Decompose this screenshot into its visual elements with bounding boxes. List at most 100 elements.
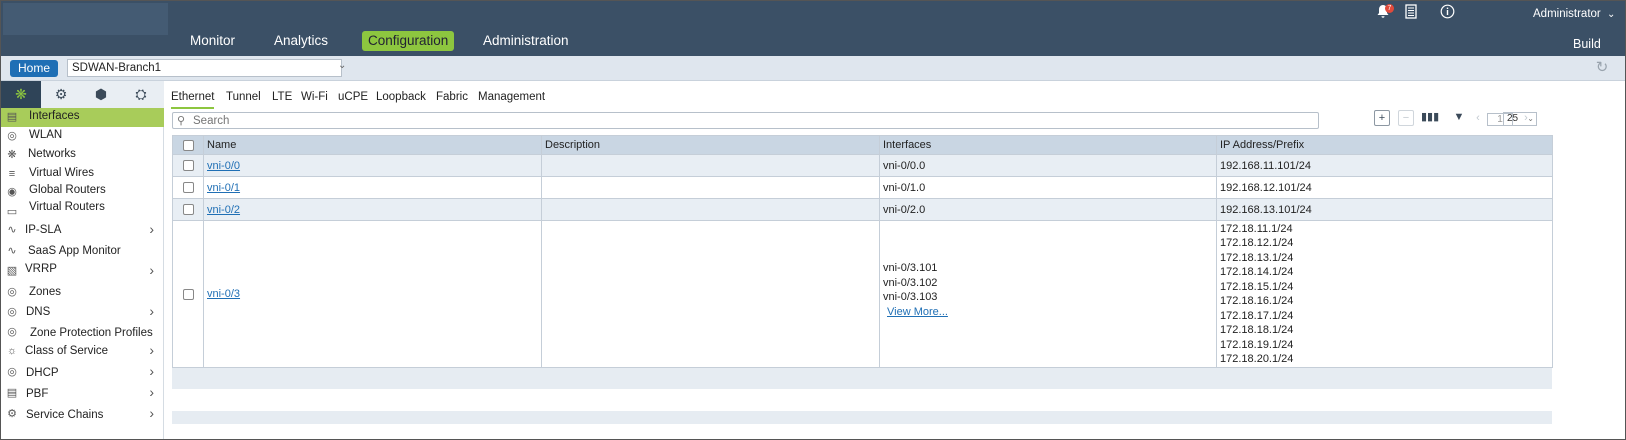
chevron-right-icon[interactable]: › — [149, 262, 154, 278]
pbf-icon: ▤ — [6, 387, 18, 399]
sidebar-item-label: Global Routers — [29, 184, 106, 196]
sidebar-item-pbf[interactable]: ▤ PBF › — [1, 384, 164, 405]
sidebar-item-saas-app-monitor[interactable]: ∿ SaaS App Monitor — [1, 242, 164, 262]
page-size-select[interactable]: 25 ⌄ — [1503, 112, 1537, 126]
interfaces-cell: vni-0/0.0 — [879, 154, 1217, 177]
services-gear-icon[interactable]: ⛭ — [121, 81, 161, 108]
column-header-name[interactable]: Name — [203, 135, 542, 155]
sidebar-item-ip-sla[interactable]: ∿ IP-SLA › — [1, 221, 164, 242]
chevron-down-icon[interactable]: ⌄ — [338, 60, 346, 71]
tasks-icon[interactable] — [1401, 4, 1421, 24]
chevron-right-icon[interactable]: › — [149, 342, 154, 358]
prev-page-icon[interactable]: ‹ — [1470, 111, 1486, 127]
row-select-cell — [172, 154, 204, 177]
sidebar-item-dhcp[interactable]: ◎ DHCP › — [1, 363, 164, 384]
sidebar-item-wlan[interactable]: ◎ WLAN — [1, 127, 164, 146]
sidebar-item-service-chains[interactable]: ⚙ Service Chains › — [1, 405, 164, 426]
interface-link[interactable]: vni-0/1 — [207, 182, 240, 194]
chevron-right-icon[interactable]: › — [149, 384, 154, 400]
tab-lte[interactable]: LTE — [272, 87, 292, 109]
add-button[interactable]: + — [1374, 110, 1390, 126]
delete-button[interactable]: − — [1398, 110, 1414, 126]
tab-ucpe[interactable]: uCPE — [338, 87, 368, 109]
column-header-description[interactable]: Description — [541, 135, 880, 155]
service-chains-icon: ⚙ — [7, 408, 17, 420]
columns-icon[interactable]: ▮▮▮ — [1421, 110, 1439, 126]
chevron-right-icon[interactable]: › — [149, 405, 154, 421]
nav-configuration[interactable]: Configuration — [362, 31, 455, 51]
sidebar-item-zone-protection-profiles[interactable]: ◎ Zone Protection Profiles — [1, 323, 164, 342]
sidebar-item-virtual-routers[interactable]: ▭ Virtual Routers — [1, 200, 164, 221]
sidebar-item-class-of-service[interactable]: ☼ Class of Service › — [1, 342, 164, 363]
interface-link[interactable]: vni-0/3 — [207, 288, 240, 300]
gear-icon[interactable]: ⚙ — [41, 81, 81, 108]
column-header-interfaces[interactable]: Interfaces — [879, 135, 1217, 155]
row-checkbox[interactable] — [182, 204, 194, 216]
tab-ethernet[interactable]: Ethernet — [171, 87, 215, 109]
select-all-checkbox[interactable] — [182, 139, 194, 151]
sidebar-item-label: Service Chains — [26, 409, 104, 421]
column-header-ip[interactable]: IP Address/Prefix — [1216, 135, 1553, 155]
sidebar-item-dns[interactable]: ◎ DNS › — [1, 303, 164, 323]
row-checkbox[interactable] — [182, 288, 194, 300]
sidebar-item-global-routers[interactable]: ◉ Global Routers — [1, 183, 164, 200]
chevron-right-icon[interactable]: › — [149, 363, 154, 379]
ip-item: 172.18.20.1/24 — [1220, 353, 1294, 365]
sidebar-item-label: DNS — [26, 306, 51, 318]
vrrp-icon: ▧ — [6, 265, 18, 277]
sidebar-item-label: VRRP — [25, 263, 57, 275]
sidebar-item-interfaces[interactable]: ▤ Interfaces — [1, 108, 164, 127]
row-checkbox[interactable] — [182, 182, 194, 194]
sidebar-item-zones[interactable]: ◎ Zones — [1, 283, 164, 303]
sidebar-item-networks[interactable]: ❋ Networks — [1, 146, 164, 165]
subinterface-item: vni-0/3.103 — [883, 291, 938, 303]
sidebar-item-virtual-wires[interactable]: ≡ Virtual Wires — [1, 165, 164, 183]
sidebar-list: ▤ Interfaces ◎ WLAN ❋ Networks ≡ Virtual… — [1, 108, 164, 426]
select-all-cell — [172, 135, 204, 155]
nav-administration[interactable]: Administration — [483, 31, 569, 51]
tab-tunnel[interactable]: Tunnel — [226, 87, 261, 109]
sidebar-item-vrrp[interactable]: ▧ VRRP › — [1, 262, 164, 283]
chevron-right-icon[interactable]: › — [149, 303, 154, 319]
tab-wifi[interactable]: Wi-Fi — [301, 87, 328, 109]
app-window: Monitor Analytics Configuration Administ… — [0, 0, 1626, 440]
ip-cell: 192.168.12.101/24 — [1216, 176, 1553, 199]
notification-bell-icon[interactable]: 7 — [1373, 4, 1394, 24]
info-icon[interactable] — [1437, 4, 1457, 24]
ip-item: 172.18.18.1/24 — [1220, 324, 1294, 336]
tab-management[interactable]: Management — [478, 87, 545, 109]
context-bar: Home SDWAN-Branch1 ⌄ ↻ — [1, 56, 1625, 81]
row-checkbox[interactable] — [182, 160, 194, 172]
view-more-link[interactable]: View More... — [887, 305, 948, 320]
interfaces-table: Name Description Interfaces IP Address/P… — [172, 135, 1553, 368]
user-menu[interactable]: Administrator ⌄ — [1533, 8, 1615, 20]
ip-item: 172.18.16.1/24 — [1220, 295, 1294, 307]
nav-analytics[interactable]: Analytics — [274, 31, 328, 51]
interface-link[interactable]: vni-0/0 — [207, 160, 240, 172]
chevron-down-icon: ⌄ — [1606, 9, 1616, 20]
appliance-select[interactable]: SDWAN-Branch1 — [67, 59, 342, 77]
search-input[interactable] — [193, 113, 1293, 128]
subinterface-item: vni-0/3.101 — [883, 262, 938, 274]
filter-icon[interactable]: ▼ — [1451, 110, 1467, 126]
sidebar-item-label: Virtual Wires — [29, 167, 94, 179]
home-button[interactable]: Home — [10, 60, 58, 77]
interface-link[interactable]: vni-0/2 — [207, 204, 240, 216]
refresh-icon[interactable]: ↻ — [1592, 58, 1612, 78]
dns-icon: ◎ — [7, 306, 17, 318]
sidebar-item-label: IP-SLA — [25, 224, 62, 236]
nav-monitor[interactable]: Monitor — [190, 31, 235, 51]
network-tab-icon[interactable]: ❋ — [1, 81, 41, 108]
cube-icon[interactable]: ⬢ — [81, 81, 121, 108]
table-footer — [172, 411, 1552, 424]
notification-badge: 7 — [1385, 4, 1394, 13]
tab-loopback[interactable]: Loopback — [376, 87, 426, 109]
top-bar: Monitor Analytics Configuration Administ… — [1, 1, 1625, 56]
chevron-right-icon[interactable]: › — [149, 221, 154, 237]
build-link[interactable]: Build — [1573, 37, 1601, 51]
sidebar-item-label: PBF — [26, 388, 49, 400]
tab-fabric[interactable]: Fabric — [436, 87, 468, 109]
table-row: vni-0/2 vni-0/2.0 192.168.13.101/24 — [172, 198, 1553, 221]
name-cell: vni-0/1 — [203, 176, 542, 199]
main-content: Ethernet Tunnel LTE Wi-Fi uCPE Loopback … — [165, 81, 1625, 439]
